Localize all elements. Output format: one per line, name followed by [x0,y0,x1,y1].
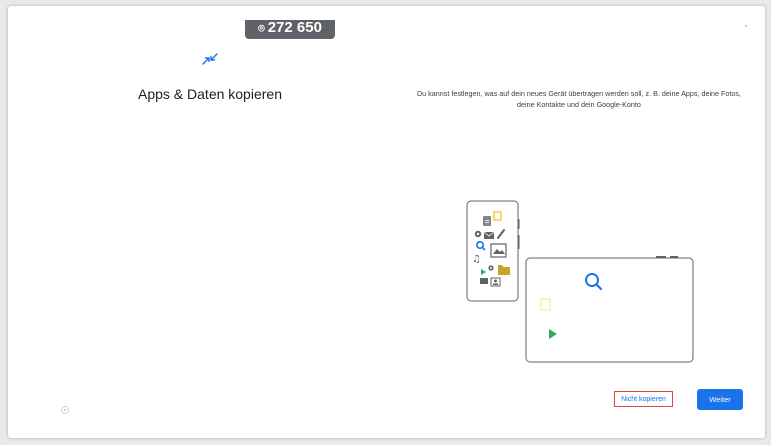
counter-badge: ⌾ 272 650 [245,20,335,39]
accessibility-icon[interactable] [60,405,70,415]
copy-arrows-icon [202,53,218,65]
next-button[interactable]: Weiter [697,389,743,410]
dont-copy-button[interactable]: Nicht kopieren [614,391,673,407]
counter-value: 272 650 [267,20,322,36]
document-icon [483,216,491,226]
tablet-note-icon [540,298,551,311]
settings-small-icon [488,265,494,271]
device-transfer-illustration: ♫ [466,200,694,363]
note-icon [493,211,502,221]
gear-icon [474,230,482,238]
contact-icon [490,277,501,287]
status-dot [745,25,747,27]
page-description: Du kannst festlegen, was auf dein neues … [416,89,742,109]
lock-icon: ⌾ [258,23,265,35]
calendar-icon [480,278,488,284]
mail-icon [483,231,495,239]
tablet-outline [525,256,694,363]
image-icon [490,243,507,258]
page-title: Apps & Daten kopieren [138,86,282,102]
music-icon: ♫ [472,254,481,265]
